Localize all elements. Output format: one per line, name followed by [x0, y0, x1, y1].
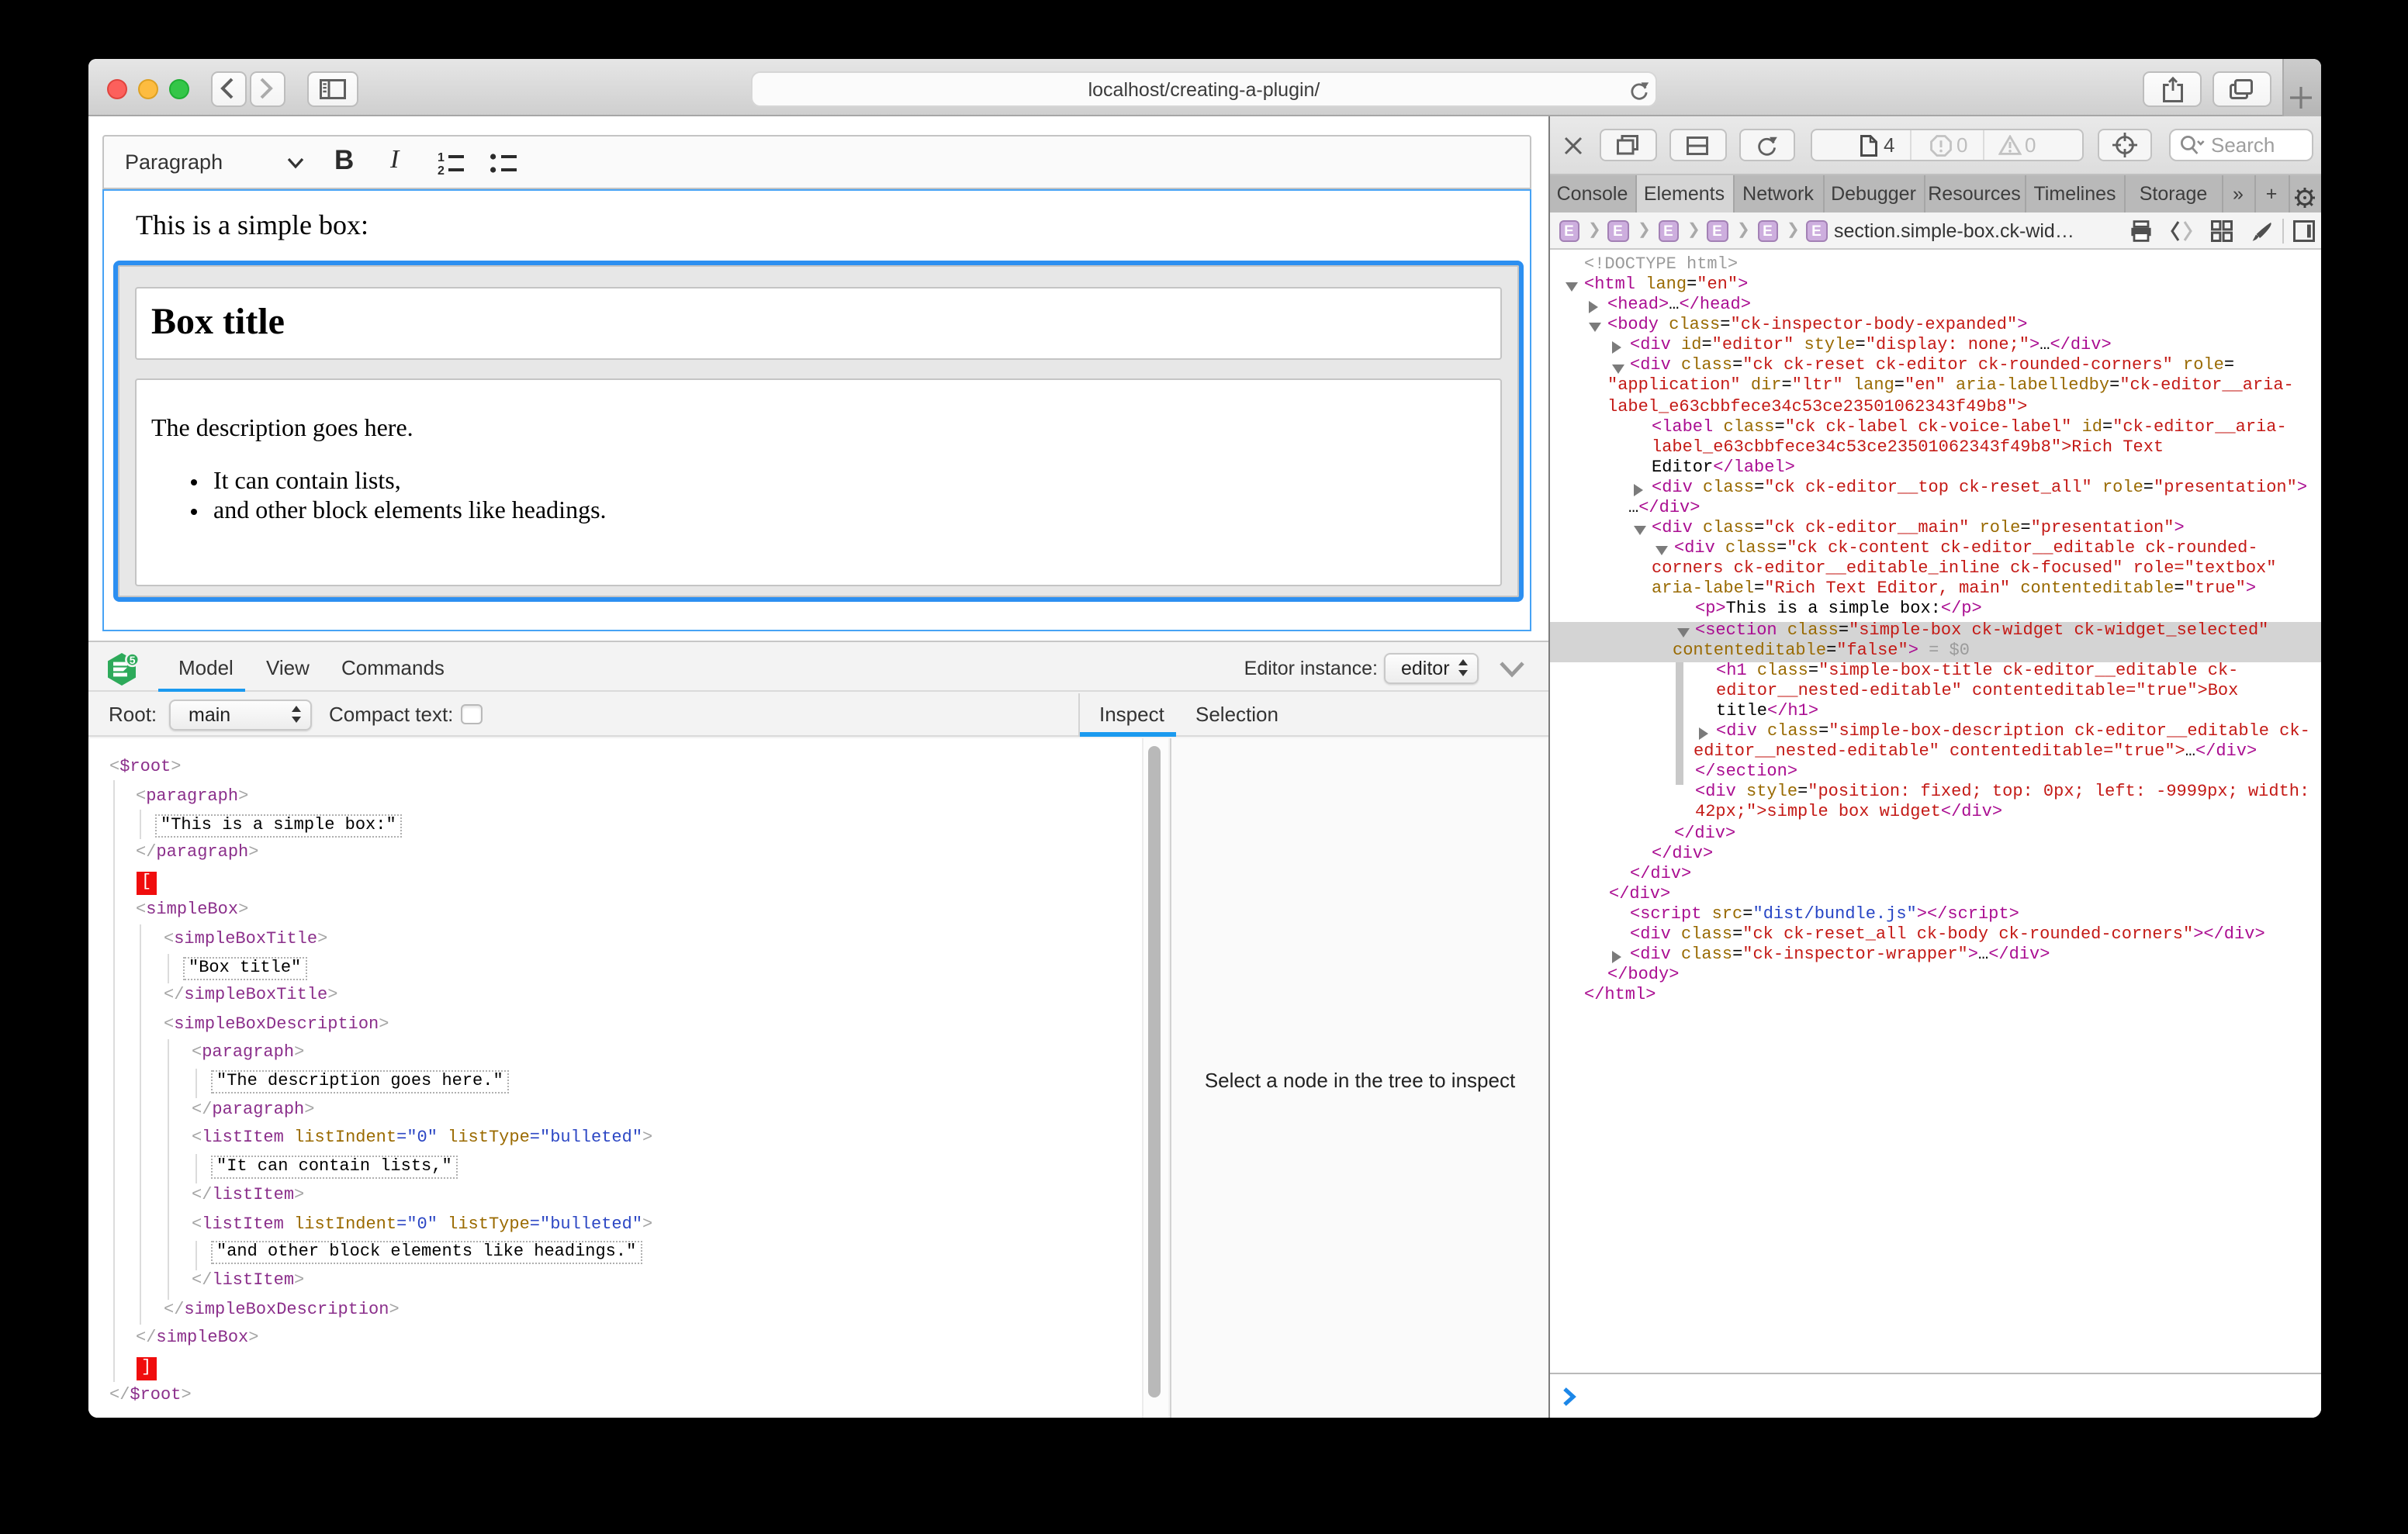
svg-text:2: 2: [437, 164, 444, 174]
svg-text:5: 5: [130, 654, 136, 666]
svg-text:1: 1: [437, 150, 444, 164]
